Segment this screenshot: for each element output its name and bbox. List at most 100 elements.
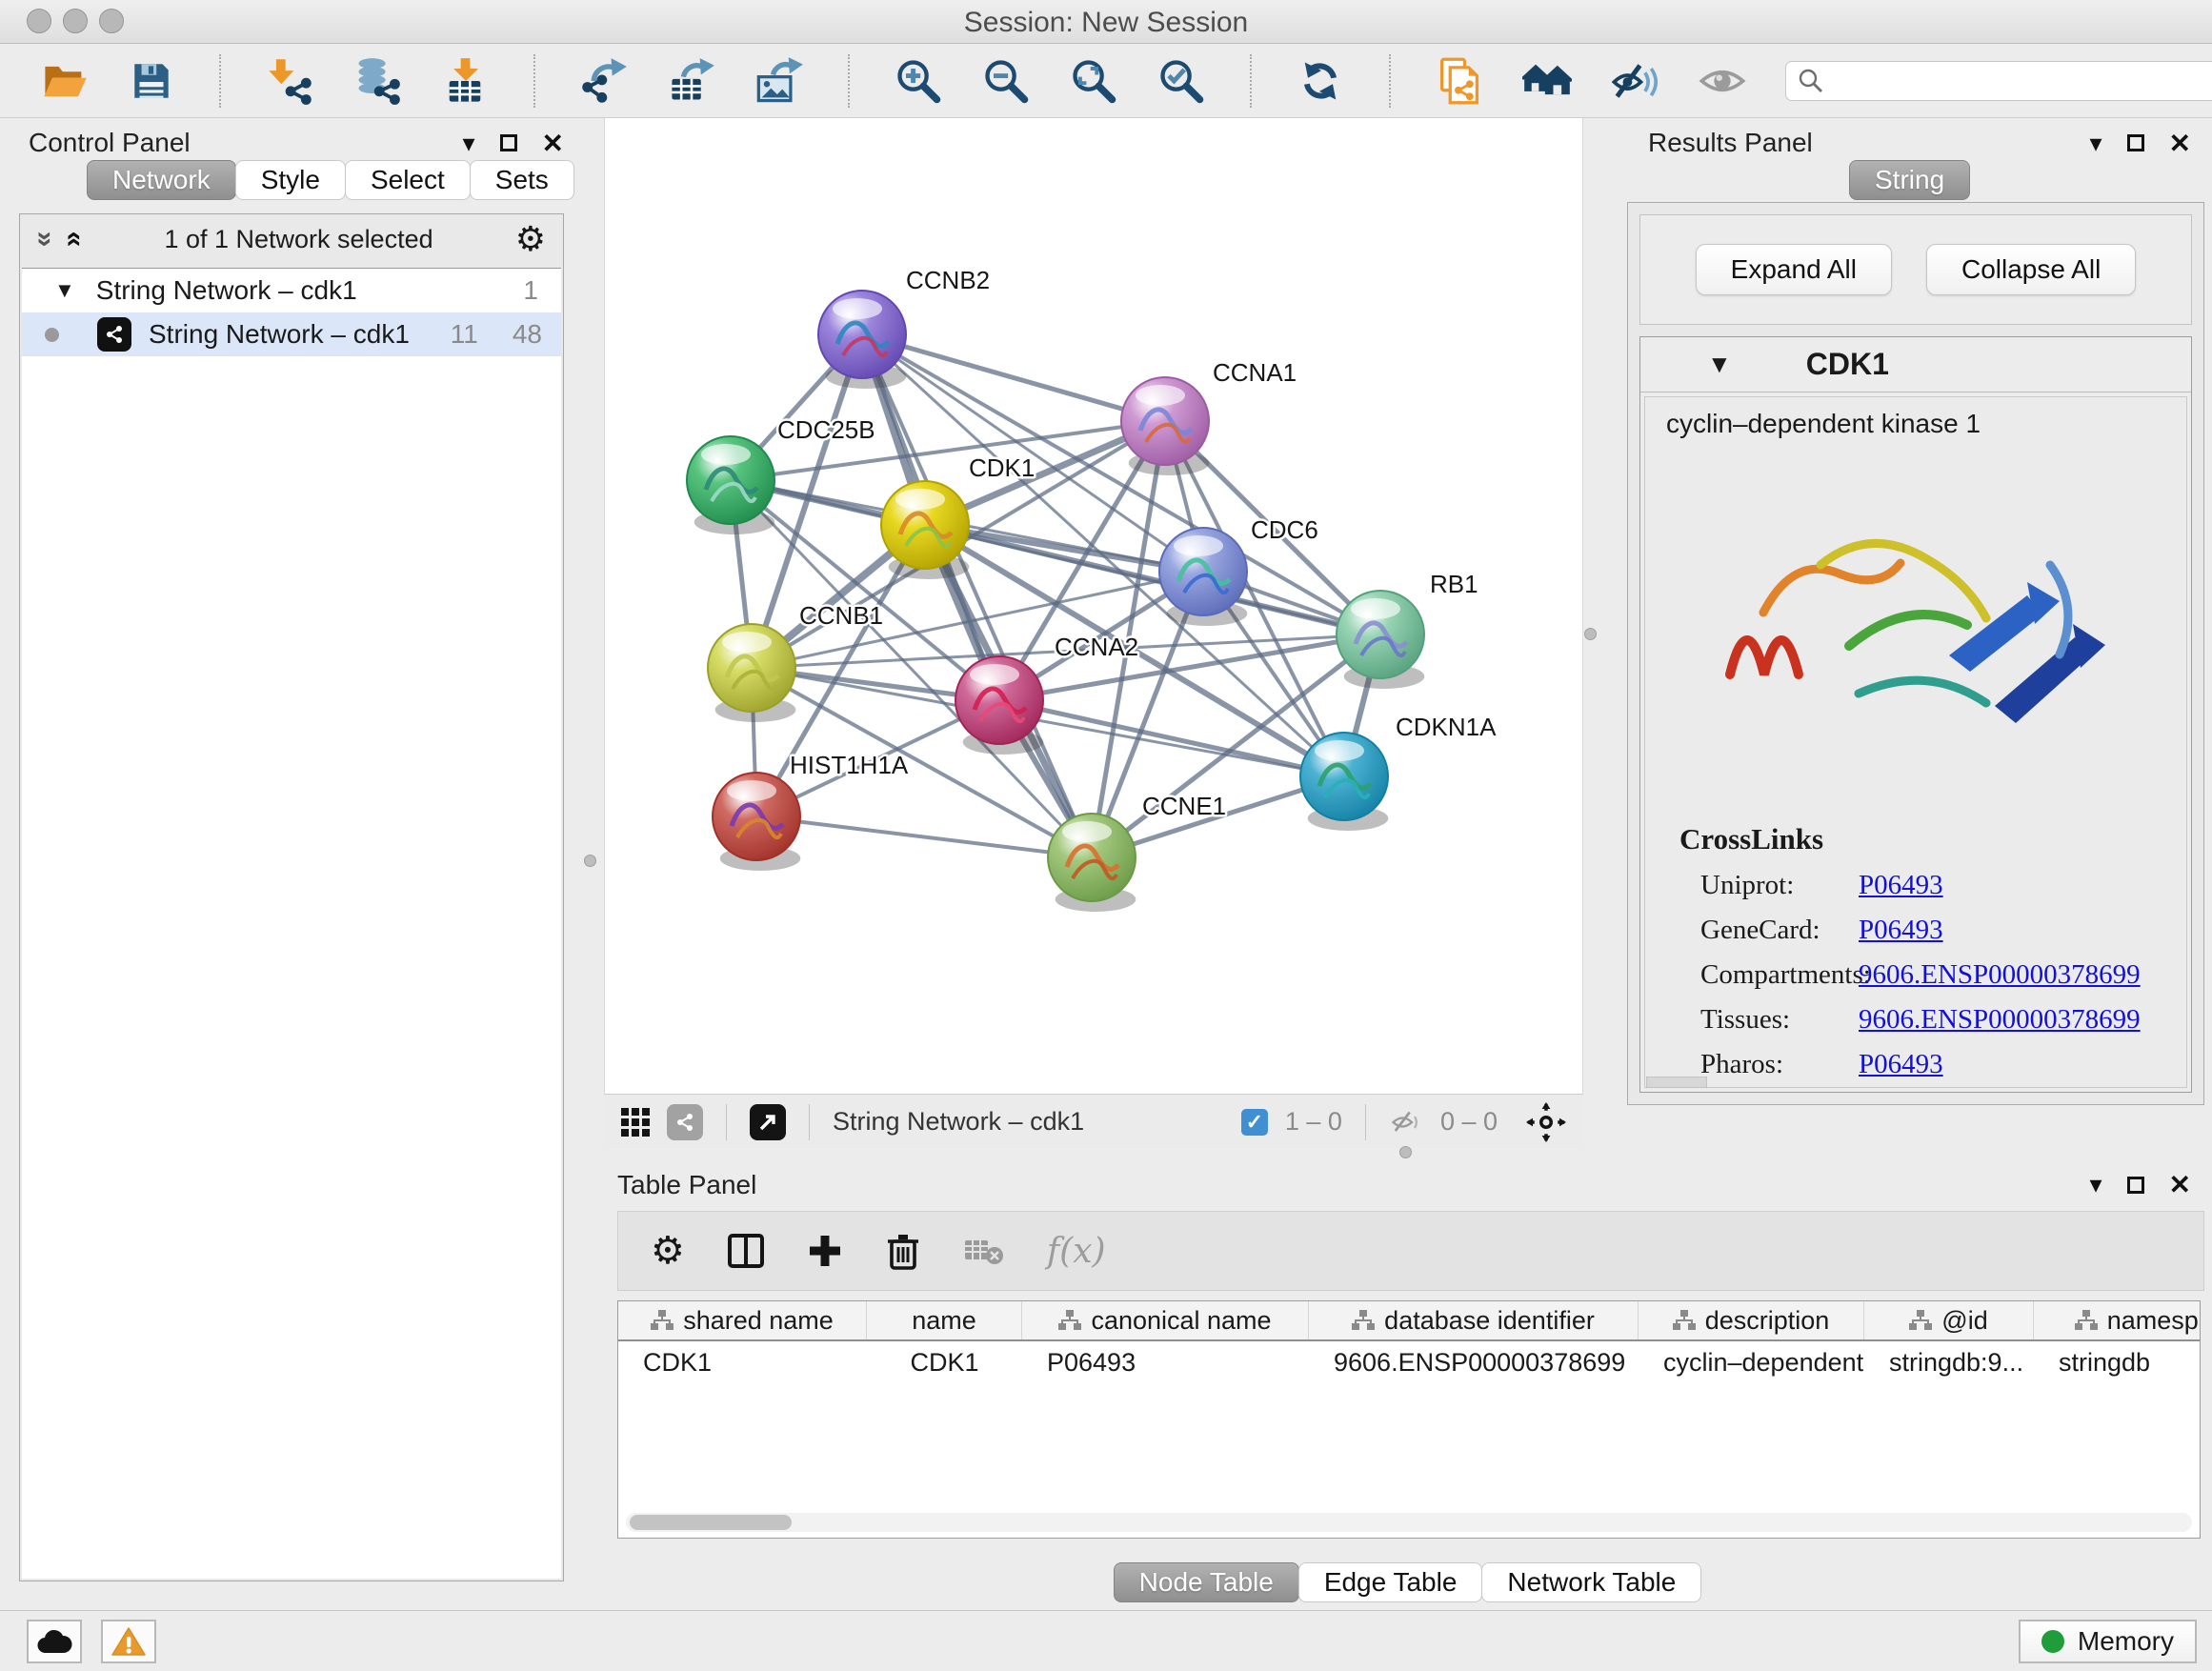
table-cell[interactable]: 9606.ENSP00000378699 — [1309, 1348, 1639, 1378]
zoom-in-button[interactable] — [894, 56, 943, 106]
function-builder-icon[interactable]: f(x) — [1047, 1232, 1106, 1271]
table-panel-float-icon[interactable] — [2127, 1177, 2144, 1194]
column-header--id[interactable]: @id — [1864, 1301, 2034, 1339]
show-columns-icon[interactable] — [727, 1232, 765, 1270]
expand-all-button[interactable]: Expand All — [1696, 244, 1892, 295]
export-table-button[interactable] — [667, 56, 716, 106]
scrollbar-thumb[interactable] — [630, 1515, 792, 1530]
cloud-status-button[interactable] — [27, 1620, 82, 1663]
import-network-button[interactable] — [265, 56, 314, 106]
control-panel-float-icon[interactable] — [500, 134, 517, 151]
table-cell[interactable]: stringdb — [2034, 1348, 2201, 1378]
control-panel-close-icon[interactable]: ✕ — [542, 128, 564, 159]
table-options-gear-icon[interactable]: ⚙ — [651, 1232, 685, 1270]
table-cell[interactable]: cyclin–dependent ... — [1639, 1348, 1864, 1378]
column-header-name[interactable]: name — [867, 1301, 1022, 1339]
crosslink-link[interactable]: P06493 — [1859, 870, 1943, 901]
birds-eye-view-icon[interactable] — [667, 1104, 703, 1140]
column-header-canonical-name[interactable]: canonical name — [1022, 1301, 1309, 1339]
column-header-description[interactable]: description — [1639, 1301, 1864, 1339]
node-table: shared namename canonical name database id… — [617, 1300, 2201, 1539]
results-panel-float-icon[interactable] — [2127, 134, 2144, 151]
apply-layout-button[interactable] — [1296, 56, 1345, 106]
column-header-database-identifier[interactable]: database identifier — [1309, 1301, 1639, 1339]
selected-nodes-checkbox[interactable]: ✓ — [1241, 1109, 1268, 1136]
node-HIST1H1A[interactable]: HIST1H1A — [713, 751, 909, 871]
table-horizontal-scrollbar[interactable] — [626, 1513, 2192, 1532]
toolbar-search[interactable] — [1785, 61, 2212, 101]
results-panel-close-icon[interactable]: ✕ — [2169, 128, 2191, 159]
crosslink-link[interactable]: P06493 — [1859, 1049, 1943, 1080]
node-CCNA1[interactable]: CCNA1 — [1121, 358, 1297, 475]
table-panel-menu-icon[interactable]: ▾ — [2089, 1170, 2101, 1199]
hide-glass-button[interactable] — [1610, 56, 1659, 106]
table-panel-close-icon[interactable]: ✕ — [2169, 1169, 2191, 1200]
table-row[interactable]: CDK1CDK1P064939606.ENSP00000378699cyclin… — [618, 1341, 2201, 1383]
column-header-namespace[interactable]: namespace — [2034, 1301, 2201, 1339]
tab-style[interactable]: Style — [235, 160, 346, 200]
import-table-button[interactable] — [440, 56, 490, 106]
network-collection-row[interactable]: ▼ String Network – cdk1 1 — [22, 269, 561, 312]
control-panel-menu-icon[interactable]: ▾ — [462, 129, 474, 158]
column-header-shared-name[interactable]: shared name — [618, 1301, 867, 1339]
tab-sets[interactable]: Sets — [470, 160, 574, 200]
add-column-icon[interactable] — [807, 1233, 843, 1269]
table-cell[interactable]: stringdb:9... — [1864, 1348, 2034, 1378]
node-label-CDKN1A: CDKN1A — [1396, 713, 1497, 741]
grid-view-icon[interactable] — [621, 1108, 650, 1137]
tab-select[interactable]: Select — [345, 160, 471, 200]
table-cell[interactable]: CDK1 — [618, 1348, 867, 1378]
search-input[interactable] — [1824, 66, 2212, 95]
hidden-eye-icon[interactable] — [1389, 1108, 1423, 1137]
open-session-button[interactable] — [40, 56, 90, 106]
import-network-from-database-button[interactable] — [352, 56, 402, 106]
results-panel-menu-icon[interactable]: ▾ — [2089, 129, 2101, 158]
zoom-out-button[interactable] — [981, 56, 1031, 106]
tab-node-table[interactable]: Node Table — [1114, 1562, 1299, 1602]
table-cell[interactable]: P06493 — [1022, 1348, 1309, 1378]
node-CCNB2[interactable]: CCNB2 — [818, 266, 990, 389]
save-session-button[interactable] — [128, 56, 175, 106]
collection-collapse-icon[interactable]: ▼ — [54, 278, 75, 303]
zoom-fit-button[interactable] — [1069, 56, 1118, 106]
right-splitter-handle[interactable] — [1584, 628, 1597, 640]
table-cell[interactable]: CDK1 — [867, 1348, 1022, 1378]
export-network-button[interactable] — [579, 56, 629, 106]
node-CCNE1[interactable]: CCNE1 — [1048, 792, 1226, 912]
card-scrollbar[interactable] — [1646, 1077, 1707, 1088]
crosslink-link[interactable]: 9606.ENSP00000378699 — [1859, 959, 2141, 991]
edge-HIST1H1A-CCNE1[interactable] — [756, 816, 1092, 857]
network-options-gear-icon[interactable]: ⚙ — [515, 222, 546, 256]
collapse-all-networks-icon[interactable]: « — [58, 232, 90, 248]
crosslink-link[interactable]: P06493 — [1859, 915, 1943, 946]
tab-network-table[interactable]: Network Table — [1481, 1562, 1701, 1602]
detach-view-icon[interactable] — [750, 1104, 786, 1140]
protein-collapse-icon[interactable]: ▼ — [1707, 350, 1732, 379]
zoom-selected-button[interactable] — [1156, 56, 1206, 106]
expand-all-networks-icon[interactable]: » — [29, 232, 61, 248]
collapse-all-button[interactable]: Collapse All — [1926, 244, 2136, 295]
node-RB1[interactable]: RB1 — [1337, 570, 1478, 689]
network-row[interactable]: String Network – cdk1 11 48 — [22, 312, 561, 356]
network-graph[interactable]: CCNB2CCNA1CDC25BCDK1CDC6RB1CCNB1CCNA2CDK… — [605, 118, 1584, 1094]
warnings-button[interactable] — [101, 1620, 156, 1663]
pan-crosshair-icon[interactable] — [1526, 1102, 1566, 1142]
tab-edge-table[interactable]: Edge Table — [1298, 1562, 1483, 1602]
tab-network[interactable]: Network — [87, 160, 236, 200]
network-canvas[interactable]: CCNB2CCNA1CDC25BCDK1CDC6RB1CCNB1CCNA2CDK… — [604, 118, 1583, 1094]
delete-column-icon[interactable] — [885, 1232, 921, 1270]
column-header-label: canonical name — [1091, 1306, 1271, 1336]
left-splitter-handle[interactable] — [584, 855, 596, 867]
delete-table-icon[interactable] — [963, 1235, 1005, 1267]
tab-string[interactable]: String — [1849, 160, 1970, 200]
memory-button[interactable]: Memory — [2019, 1620, 2197, 1663]
refresh-icon — [1296, 56, 1345, 106]
memory-label: Memory — [2078, 1626, 2174, 1657]
node-CDKN1A[interactable]: CDKN1A — [1300, 713, 1497, 831]
node-CDC6[interactable]: CDC6 — [1159, 515, 1318, 626]
string-home-button[interactable] — [1522, 56, 1572, 106]
export-image-button[interactable] — [754, 56, 804, 106]
copy-network-button[interactable] — [1435, 56, 1484, 106]
crosslink-link[interactable]: 9606.ENSP00000378699 — [1859, 1004, 2141, 1036]
show-eye-button[interactable] — [1698, 56, 1747, 106]
